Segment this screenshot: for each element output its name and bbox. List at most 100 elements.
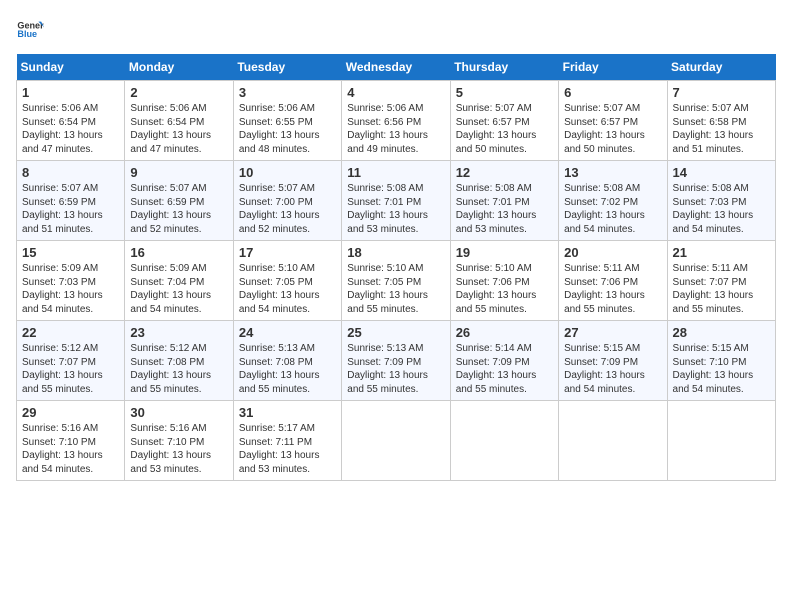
calendar-cell: 16 Sunrise: 5:09 AMSunset: 7:04 PMDayligh… [125, 241, 233, 321]
day-number: 26 [456, 325, 553, 340]
day-info: Sunrise: 5:10 AMSunset: 7:05 PMDaylight:… [347, 262, 444, 316]
logo-icon: General Blue [16, 16, 44, 44]
calendar-cell: 5 Sunrise: 5:07 AMSunset: 6:57 PMDaylight… [450, 81, 558, 161]
day-info: Sunrise: 5:11 AMSunset: 7:07 PMDaylight:… [673, 262, 770, 316]
day-number: 15 [22, 245, 119, 260]
day-number: 18 [347, 245, 444, 260]
calendar-cell: 3Sunrise: 5:06 AMSunset: 6:55 PMDaylight… [233, 81, 341, 161]
day-number: 11 [347, 165, 444, 180]
calendar-cell: 11 Sunrise: 5:08 AMSunset: 7:01 PMDayligh… [342, 161, 450, 241]
day-info: Sunrise: 5:10 AMSunset: 7:05 PMDaylight:… [239, 262, 336, 316]
day-info: Sunrise: 5:15 AMSunset: 7:09 PMDaylight:… [564, 342, 661, 396]
calendar-table: SundayMondayTuesdayWednesdayThursdayFrid… [16, 54, 776, 481]
day-number: 6 [564, 85, 661, 100]
day-info: Sunrise: 5:11 AMSunset: 7:06 PMDaylight:… [564, 262, 661, 316]
calendar-cell: 26 Sunrise: 5:14 AMSunset: 7:09 PMDayligh… [450, 321, 558, 401]
day-number: 13 [564, 165, 661, 180]
day-number: 7 [673, 85, 770, 100]
day-info: Sunrise: 5:06 AMSunset: 6:54 PMDaylight:… [130, 102, 227, 156]
header-saturday: Saturday [667, 54, 775, 81]
calendar-cell: 10 Sunrise: 5:07 AMSunset: 7:00 PMDayligh… [233, 161, 341, 241]
day-number: 4 [347, 85, 444, 100]
day-number: 16 [130, 245, 227, 260]
day-info: Sunrise: 5:07 AMSunset: 6:58 PMDaylight:… [673, 102, 770, 156]
day-info: Sunrise: 5:09 AMSunset: 7:04 PMDaylight:… [130, 262, 227, 316]
calendar-cell [342, 401, 450, 481]
calendar-cell: 31 Sunrise: 5:17 AMSunset: 7:11 PMDayligh… [233, 401, 341, 481]
calendar-cell: 4 Sunrise: 5:06 AMSunset: 6:56 PMDaylight… [342, 81, 450, 161]
calendar-cell: 23 Sunrise: 5:12 AMSunset: 7:08 PMDayligh… [125, 321, 233, 401]
calendar-cell: 18 Sunrise: 5:10 AMSunset: 7:05 PMDayligh… [342, 241, 450, 321]
day-info: Sunrise: 5:12 AMSunset: 7:07 PMDaylight:… [22, 342, 119, 396]
header-tuesday: Tuesday [233, 54, 341, 81]
day-info: Sunrise: 5:07 AMSunset: 6:57 PMDaylight:… [564, 102, 661, 156]
day-number: 24 [239, 325, 336, 340]
calendar-cell: 22 Sunrise: 5:12 AMSunset: 7:07 PMDayligh… [17, 321, 125, 401]
day-info: Sunrise: 5:06 AMSunset: 6:55 PMDaylight:… [239, 102, 336, 156]
calendar-cell [559, 401, 667, 481]
day-number: 23 [130, 325, 227, 340]
day-number: 5 [456, 85, 553, 100]
day-number: 17 [239, 245, 336, 260]
week-row: 29Sunrise: 5:16 AMSunset: 7:10 PMDayligh… [17, 401, 776, 481]
day-number: 10 [239, 165, 336, 180]
day-number: 14 [673, 165, 770, 180]
day-info: Sunrise: 5:07 AMSunset: 7:00 PMDaylight:… [239, 182, 336, 236]
header-wednesday: Wednesday [342, 54, 450, 81]
day-info: Sunrise: 5:07 AMSunset: 6:57 PMDaylight:… [456, 102, 553, 156]
calendar-cell: 17 Sunrise: 5:10 AMSunset: 7:05 PMDayligh… [233, 241, 341, 321]
day-info: Sunrise: 5:13 AMSunset: 7:08 PMDaylight:… [239, 342, 336, 396]
calendar-cell: 9 Sunrise: 5:07 AMSunset: 6:59 PMDaylight… [125, 161, 233, 241]
week-row: 1 Sunrise: 5:06 AMSunset: 6:54 PMDaylight… [17, 81, 776, 161]
day-info: Sunrise: 5:07 AMSunset: 6:59 PMDaylight:… [22, 182, 119, 236]
day-info: Sunrise: 5:06 AMSunset: 6:56 PMDaylight:… [347, 102, 444, 156]
day-info: Sunrise: 5:08 AMSunset: 7:01 PMDaylight:… [347, 182, 444, 236]
day-info: Sunrise: 5:15 AMSunset: 7:10 PMDaylight:… [673, 342, 770, 396]
calendar-cell: 7 Sunrise: 5:07 AMSunset: 6:58 PMDaylight… [667, 81, 775, 161]
calendar-cell: 1 Sunrise: 5:06 AMSunset: 6:54 PMDaylight… [17, 81, 125, 161]
calendar-cell: 8Sunrise: 5:07 AMSunset: 6:59 PMDaylight… [17, 161, 125, 241]
logo: General Blue [16, 16, 44, 44]
day-number: 1 [22, 85, 119, 100]
calendar-cell: 14 Sunrise: 5:08 AMSunset: 7:03 PMDayligh… [667, 161, 775, 241]
day-info: Sunrise: 5:08 AMSunset: 7:03 PMDaylight:… [673, 182, 770, 236]
header-thursday: Thursday [450, 54, 558, 81]
day-info: Sunrise: 5:09 AMSunset: 7:03 PMDaylight:… [22, 262, 119, 316]
calendar-cell: 25Sunrise: 5:13 AMSunset: 7:09 PMDayligh… [342, 321, 450, 401]
day-number: 30 [130, 405, 227, 420]
calendar-cell: 20Sunrise: 5:11 AMSunset: 7:06 PMDayligh… [559, 241, 667, 321]
header-monday: Monday [125, 54, 233, 81]
calendar-cell: 15 Sunrise: 5:09 AMSunset: 7:03 PMDayligh… [17, 241, 125, 321]
day-info: Sunrise: 5:12 AMSunset: 7:08 PMDaylight:… [130, 342, 227, 396]
calendar-cell: 13 Sunrise: 5:08 AMSunset: 7:02 PMDayligh… [559, 161, 667, 241]
page-header: General Blue [16, 16, 776, 44]
day-number: 31 [239, 405, 336, 420]
header-sunday: Sunday [17, 54, 125, 81]
day-info: Sunrise: 5:06 AMSunset: 6:54 PMDaylight:… [22, 102, 119, 156]
day-number: 22 [22, 325, 119, 340]
calendar-cell: 28Sunrise: 5:15 AMSunset: 7:10 PMDayligh… [667, 321, 775, 401]
day-number: 25 [347, 325, 444, 340]
svg-text:Blue: Blue [17, 29, 37, 39]
calendar-cell: 21 Sunrise: 5:11 AMSunset: 7:07 PMDayligh… [667, 241, 775, 321]
day-number: 19 [456, 245, 553, 260]
day-info: Sunrise: 5:07 AMSunset: 6:59 PMDaylight:… [130, 182, 227, 236]
day-number: 27 [564, 325, 661, 340]
header-friday: Friday [559, 54, 667, 81]
calendar-header: SundayMondayTuesdayWednesdayThursdayFrid… [17, 54, 776, 81]
calendar-cell [450, 401, 558, 481]
day-number: 9 [130, 165, 227, 180]
calendar-cell: 29Sunrise: 5:16 AMSunset: 7:10 PMDayligh… [17, 401, 125, 481]
day-info: Sunrise: 5:16 AMSunset: 7:10 PMDaylight:… [22, 422, 119, 476]
week-row: 15 Sunrise: 5:09 AMSunset: 7:03 PMDayligh… [17, 241, 776, 321]
week-row: 22 Sunrise: 5:12 AMSunset: 7:07 PMDayligh… [17, 321, 776, 401]
day-info: Sunrise: 5:08 AMSunset: 7:02 PMDaylight:… [564, 182, 661, 236]
day-info: Sunrise: 5:14 AMSunset: 7:09 PMDaylight:… [456, 342, 553, 396]
calendar-cell [667, 401, 775, 481]
calendar-cell: 27 Sunrise: 5:15 AMSunset: 7:09 PMDayligh… [559, 321, 667, 401]
day-info: Sunrise: 5:08 AMSunset: 7:01 PMDaylight:… [456, 182, 553, 236]
week-row: 8Sunrise: 5:07 AMSunset: 6:59 PMDaylight… [17, 161, 776, 241]
day-info: Sunrise: 5:17 AMSunset: 7:11 PMDaylight:… [239, 422, 336, 476]
day-info: Sunrise: 5:10 AMSunset: 7:06 PMDaylight:… [456, 262, 553, 316]
day-number: 21 [673, 245, 770, 260]
